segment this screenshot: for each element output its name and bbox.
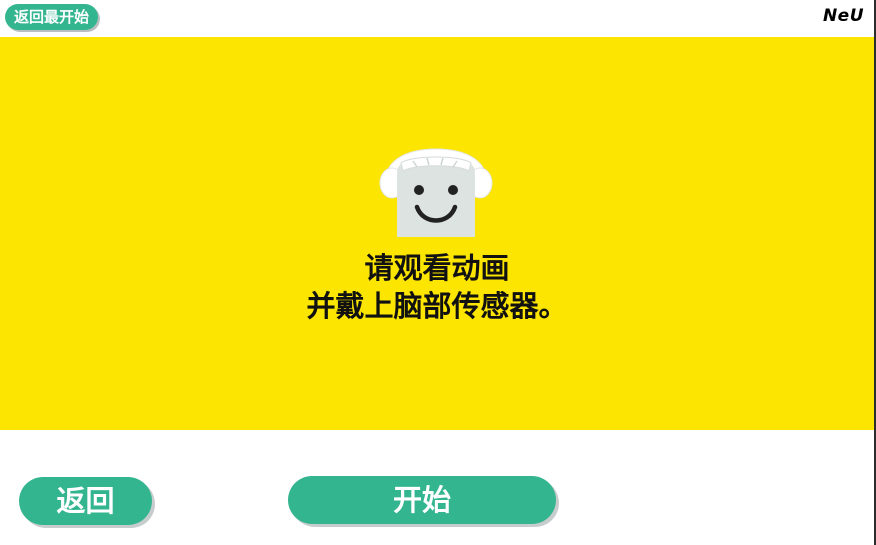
instruction-message: 请观看动画 并戴上脑部传感器。 [0, 249, 874, 325]
instruction-line-2: 并戴上脑部传感器。 [306, 289, 568, 323]
top-bar: 返回最开始 NeU [0, 0, 874, 36]
smiling-headset-mascot-icon [379, 148, 493, 237]
start-button[interactable]: 开始 [288, 476, 556, 524]
app-screen: 返回最开始 NeU 请观看动画 并戴上脑部传感器。 返回 开始 [0, 0, 876, 545]
instruction-line-1: 请观看动画 [364, 251, 510, 285]
return-to-start-button[interactable]: 返回最开始 [5, 4, 99, 30]
back-button[interactable]: 返回 [19, 477, 152, 525]
brand-logo: NeU [822, 6, 864, 26]
instruction-panel: 请观看动画 并戴上脑部传感器。 [0, 37, 874, 430]
